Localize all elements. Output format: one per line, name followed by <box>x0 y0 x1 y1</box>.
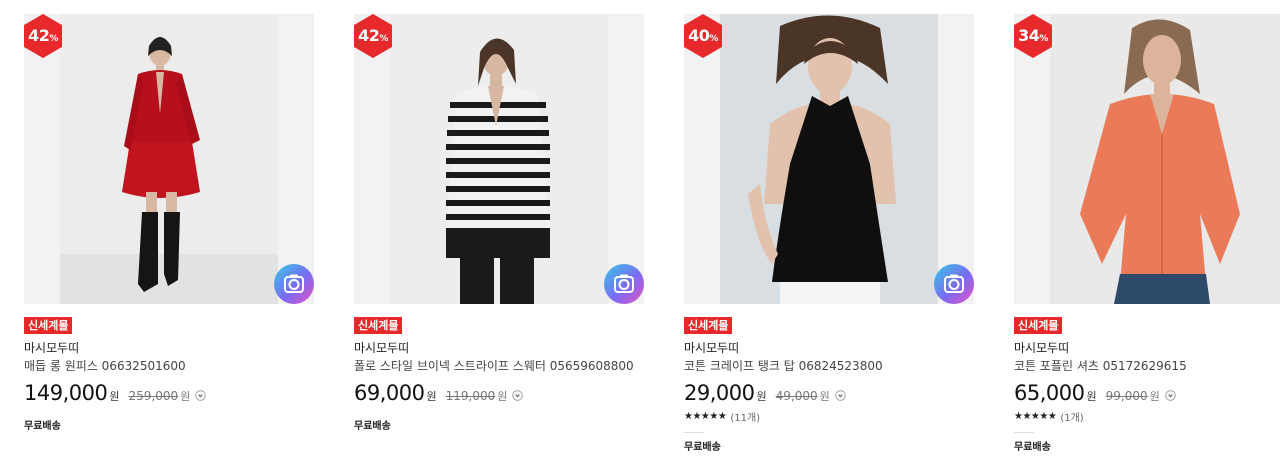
black-tank-top-photo <box>720 14 938 304</box>
original-price-unit: 원 <box>180 390 191 403</box>
product-name[interactable]: 폴로 스타일 브이넥 스트라이프 스웨터 05659608800 <box>354 359 644 374</box>
image-backdrop <box>1268 14 1280 304</box>
price-unit: 원 <box>426 390 437 403</box>
store-badge: 신세계몰 <box>354 317 403 334</box>
product-image[interactable]: 40% <box>684 14 974 304</box>
shipping-label: 무료배송 <box>354 421 391 432</box>
product-image[interactable]: 34% <box>1014 14 1280 304</box>
price-row: 69,000 원 119,000 원 <box>354 381 644 405</box>
discount-badge: 34% <box>1018 26 1048 45</box>
striped-sweater-photo <box>390 14 608 304</box>
image-backdrop <box>278 14 314 304</box>
price-row: 149,000 원 259,000 원 <box>24 381 314 405</box>
shipping-label: 무료배송 <box>24 421 61 432</box>
price-unit: 원 <box>109 390 120 403</box>
price-row: 29,000 원 49,000 원 <box>684 381 974 405</box>
discount-badge: 42% <box>358 26 388 45</box>
star-rating-icon: ★★★★★ <box>1014 411 1057 422</box>
price-row: 65,000 원 99,000 원 <box>1014 381 1280 405</box>
camera-icon <box>944 274 964 293</box>
camera-icon <box>284 274 304 293</box>
product-image[interactable]: 42% <box>24 14 314 304</box>
price-unit: 원 <box>756 390 767 403</box>
rating[interactable]: ★★★★★ (11개) <box>684 409 974 424</box>
review-count: (1개) <box>1060 413 1084 424</box>
original-price: 259,000 <box>128 389 179 403</box>
product-image[interactable]: 42% <box>354 14 644 304</box>
shipping-label: 무료배송 <box>1014 442 1051 453</box>
original-price-unit: 원 <box>497 390 508 403</box>
original-price: 119,000 <box>445 389 496 403</box>
sale-price: 69,000 <box>354 381 425 405</box>
product-card[interactable]: 40% 신세계몰 마시모두띠 코튼 크레이프 탱크 탑 06824523800 … <box>684 0 974 453</box>
camera-search-button[interactable] <box>604 264 644 304</box>
red-dress-photo <box>60 14 278 304</box>
product-brand[interactable]: 마시모두띠 <box>24 341 314 356</box>
discount-badge: 42% <box>28 26 58 45</box>
divider <box>1014 432 1034 433</box>
chevron-down-circle-icon[interactable] <box>1164 390 1176 401</box>
image-backdrop <box>938 14 974 304</box>
chevron-down-circle-icon[interactable] <box>512 390 524 401</box>
original-price-unit: 원 <box>819 390 830 403</box>
product-card[interactable]: 34% 신세계몰 마시모두띠 코튼 포플린 셔츠 05172629615 65,… <box>1014 0 1280 453</box>
store-badge: 신세계몰 <box>1014 317 1063 334</box>
chevron-down-circle-icon[interactable] <box>834 390 846 401</box>
product-card[interactable]: 42% 신세계몰 마시모두띠 매듭 롱 원피스 06632501600 149,… <box>24 0 314 432</box>
camera-search-button[interactable] <box>274 264 314 304</box>
rating[interactable]: ★★★★★ (1개) <box>1014 409 1280 424</box>
chevron-down-circle-icon[interactable] <box>195 390 206 401</box>
image-backdrop <box>608 14 644 304</box>
product-name[interactable]: 코튼 크레이프 탱크 탑 06824523800 <box>684 359 974 374</box>
original-price-unit: 원 <box>1149 390 1160 403</box>
price-unit: 원 <box>1086 390 1097 403</box>
divider <box>684 432 704 433</box>
review-count: (11개) <box>730 413 761 424</box>
sale-price: 29,000 <box>684 381 755 405</box>
sale-price: 149,000 <box>24 381 108 405</box>
original-price: 49,000 <box>775 389 818 403</box>
discount-badge: 40% <box>688 26 718 45</box>
product-brand[interactable]: 마시모두띠 <box>354 341 644 356</box>
shipping-label: 무료배송 <box>684 442 721 453</box>
store-badge: 신세계몰 <box>24 317 73 334</box>
product-brand[interactable]: 마시모두띠 <box>1014 341 1280 356</box>
sale-price: 65,000 <box>1014 381 1085 405</box>
product-name[interactable]: 매듭 롱 원피스 06632501600 <box>24 359 314 374</box>
original-price: 99,000 <box>1105 389 1148 403</box>
product-name[interactable]: 코튼 포플린 셔츠 05172629615 <box>1014 359 1280 374</box>
camera-search-button[interactable] <box>934 264 974 304</box>
store-badge: 신세계몰 <box>684 317 733 334</box>
camera-icon <box>614 274 634 293</box>
product-card[interactable]: 42% 신세계몰 마시모두띠 폴로 스타일 브이넥 스트라이프 스웨터 0565… <box>354 0 644 432</box>
product-brand[interactable]: 마시모두띠 <box>684 341 974 356</box>
orange-shirt-photo <box>1050 14 1268 304</box>
star-rating-icon: ★★★★★ <box>684 411 727 422</box>
